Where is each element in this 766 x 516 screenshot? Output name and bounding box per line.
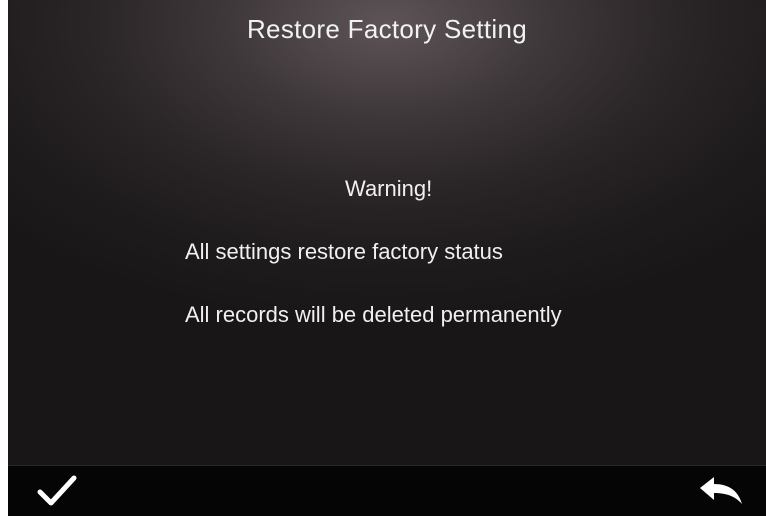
back-button[interactable] xyxy=(696,472,744,510)
return-arrow-icon xyxy=(700,477,742,504)
bottom-toolbar xyxy=(8,465,766,516)
device-frame: Restore Factory Setting Warning! All set… xyxy=(0,0,766,516)
checkmark-icon xyxy=(37,475,77,506)
confirm-button[interactable] xyxy=(34,472,82,510)
page-title: Restore Factory Setting xyxy=(246,14,527,44)
warning-label: Warning! xyxy=(345,176,433,201)
restore-dialog-screen: Restore Factory Setting Warning! All set… xyxy=(8,0,766,465)
settings-restore-message: All settings restore factory status xyxy=(185,239,503,264)
records-delete-message: All records will be deleted permanently xyxy=(185,302,562,327)
